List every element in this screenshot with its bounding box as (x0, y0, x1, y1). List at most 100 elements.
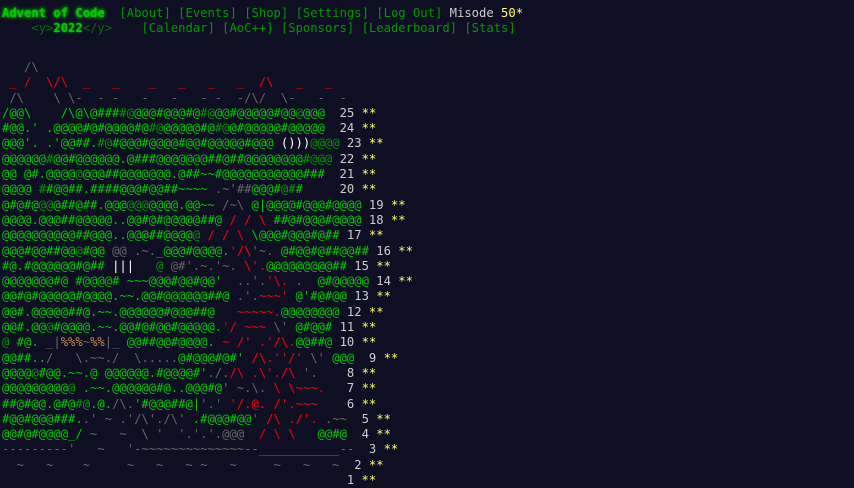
day-art: '~. (251, 243, 274, 258)
day-art: #@@@@.~~.@@#@#@ (53, 320, 164, 335)
day-art: @@@@@@@#@ (2, 274, 69, 289)
day-stars: ** (361, 381, 377, 396)
day-stars: ** (376, 258, 391, 273)
day-art: @@@# (251, 182, 281, 197)
day-art: @@#.@@@@@##@.~~.@@@@@@# (2, 304, 171, 319)
day-art: \' (302, 350, 325, 365)
day-pad (325, 381, 340, 395)
nav-about-link[interactable]: [About] (119, 6, 170, 20)
calendar-day-1[interactable]: 1 ** (2, 473, 413, 488)
day-art: '~. (214, 258, 237, 273)
calendar-day-21[interactable]: @@ @#.@@@@@@@@##@@@@@@@.@##~~#@@@@@@@@@@… (2, 167, 413, 182)
day-art: #@@@#@@@@ (112, 136, 179, 151)
star-count: 50* (501, 6, 524, 20)
calendar-day-5[interactable]: #@@#@@@###..' ~ .'/\'./\' .#@@@#@@' /\ .… (2, 412, 413, 427)
day-art: @@ .~. (104, 243, 157, 258)
day-art: \'. (236, 258, 267, 273)
day-art: @@@@.@@@##@@@@@..@@#@#@@@@@##@ (2, 212, 223, 227)
nav-sponsors-link[interactable]: [Sponsors] (281, 21, 354, 35)
day-art: @@@ (126, 197, 149, 212)
nav-events-link[interactable]: [Events] (178, 6, 237, 20)
day-art: / (200, 228, 223, 243)
calendar-day-7[interactable]: @@@@@@@@@@ .~~.@@@@@@#@..@@@#@' ~.\. \ \… (2, 381, 413, 396)
day-stars: ** (361, 105, 377, 120)
calendar-day-11[interactable]: @@#.@@@#@@@@.~~.@@#@#@@#@@@@@.'/ ~~~ \' … (2, 320, 413, 335)
day-pad (340, 458, 347, 472)
day-stars: ** (361, 320, 377, 335)
year-link[interactable]: 2022 (53, 21, 82, 35)
calendar-day-18[interactable]: @@@@.@@@##@@@@@..@@#@#@@@@@##@ / / \ ##@… (2, 213, 413, 228)
day-art: #@@@@@@.@###@@@@@@@##@##@@@@@@@@ (68, 151, 303, 166)
nav-stats-link[interactable]: [Stats] (464, 21, 515, 35)
day-stars: ** (398, 274, 413, 289)
day-art: ~ ~ ~ ~ ~ ~ ~ ~ ~ ~ ~ (2, 457, 340, 472)
nav-shop-link[interactable]: [Shop] (244, 6, 288, 20)
calendar-day-23[interactable]: @@@'. .'@@##.#@#@@@#@@@@#@@#@@@@@#@@@ ()… (2, 136, 413, 151)
nav-leaderboard-link[interactable]: [Leaderboard] (362, 21, 457, 35)
day-art: /~\ (214, 197, 245, 212)
day-art: #@@@@@@#@## (24, 258, 105, 273)
nav-settings-link[interactable]: [Settings] (296, 6, 369, 20)
calendar-day-22[interactable]: @@@@@@#@@#@@@@@@.@###@@@@@@@##@##@@@@@@@… (2, 152, 413, 167)
day-art: \@@@#@@@#@## (244, 228, 340, 243)
day-art: /\ (229, 365, 245, 380)
calendar-day-4[interactable]: @@#@#@@@@_/ ~ ~ \ ' '.'.'.@@@ / \ \ @@#@… (2, 427, 413, 442)
day-pad (318, 366, 340, 380)
day-number: 15 (354, 258, 377, 273)
day-art: @@@#@@@#@ (134, 105, 201, 120)
day-art: @#@@@@@#@@@@@ (229, 121, 325, 136)
calendar-day-16[interactable]: @@@#@@##@@@#@@ @@ .~._@@@#@@@@.'/\'~. @#… (2, 244, 413, 259)
day-art: @#@@@#@#' (178, 350, 245, 365)
day-art: '/ (222, 320, 237, 335)
calendar-day-19[interactable]: @#@#@@@@##@##.@@@@@@@@@@.@@~~ /~\ @|@@@@… (2, 198, 413, 213)
day-art: /'.~~~ (266, 396, 318, 411)
calendar-day-3[interactable]: ---------' ~ '-~~~~~~~~~~~~~~--_________… (2, 442, 413, 457)
day-art: ./. (207, 365, 230, 380)
tagline-open: <y> (31, 21, 54, 36)
day-art: . (288, 274, 303, 289)
day-pad (362, 213, 369, 227)
calendar-day-20[interactable]: @@@@ ##@@##.####@@@#@@##~~~~ .~'##@@@#@#… (2, 182, 413, 197)
day-art: ~~~ (236, 320, 267, 335)
day-art: @@#@#@@@@_/ (2, 427, 83, 442)
day-stars: ** (398, 243, 413, 258)
day-art: #@ (75, 396, 91, 411)
site-title-link[interactable]: Advent of Code (2, 6, 105, 20)
nav-calendar-link[interactable]: [Calendar] (141, 21, 214, 35)
day-stars: ** (368, 304, 384, 319)
day-art: @@@'. .'@@##. (2, 136, 98, 151)
day-number: 11 (339, 320, 362, 335)
day-art: ~ /' (214, 335, 252, 350)
day-number: 12 (346, 304, 369, 319)
day-art: .~~.@@@@@@#@..@@@#@' (75, 381, 230, 396)
calendar-day-2[interactable]: ~ ~ ~ ~ ~ ~ ~ ~ ~ ~ ~ 2 ** (2, 458, 413, 473)
day-art: @@@@#@@ (244, 105, 296, 120)
day-art: .' ~ (82, 411, 113, 426)
day-art: #@ (148, 121, 164, 136)
calendar-day-10[interactable]: @ #@. _|%%%~%%|_ @@##@@#@@@@. ~ /' .'/\.… (2, 335, 413, 350)
calendar-day-13[interactable]: @@#@#@@@@@#@@@@.~~.@@#@@@@@@##@ .'.~~~' … (2, 289, 413, 304)
calendar-day-8[interactable]: @@@@@#@@.~~.@ @@@@@@.#@@@@#'././\ .\'./\… (2, 366, 413, 381)
day-art: @ (75, 167, 83, 182)
calendar-day-17[interactable]: @@@@@@@@@@##@@@..@@@##@@@@@ / / \ \@@@#@… (2, 228, 413, 243)
day-pad (325, 121, 340, 135)
day-art: '. (295, 365, 318, 380)
day-art: \ \ (266, 381, 296, 396)
nav-aocpp-link[interactable]: [AoC++] (222, 21, 273, 35)
calendar-day-24[interactable]: #@@.' .@@@@#@#@@@@#@#@@@@@@#@#@@#@@@@@#@… (2, 121, 413, 136)
nav-logout-link[interactable]: [Log Out] (376, 6, 442, 20)
day-pad (354, 442, 361, 456)
day-art: ---------' (2, 442, 76, 457)
header-row-top: Advent of Code [About] [Events] [Shop] [… (2, 6, 852, 21)
calendar-day-9[interactable]: @@##../ \.~~./ \.....@#@@@#@#' /\.''/' \… (2, 351, 413, 366)
calendar-day-25[interactable]: /@@\ /\@\@####@@@@#@@@#@#@@@#@@@@@#@@@@@… (2, 106, 413, 121)
day-number: 9 (361, 350, 384, 365)
calendar-day-12[interactable]: @@#.@@@@@##@.~~.@@@@@@#@@@##@ ~~~~~.@@@@… (2, 305, 413, 320)
day-art: ~ (97, 427, 135, 442)
day-art: ~.\. (229, 381, 267, 396)
calendar-top-art: /\ (2, 60, 39, 74)
day-art: .'/\. (251, 335, 296, 350)
calendar-day-14[interactable]: @@@@@@@#@ #@@@@# ~~~@@@#@@#@@' ..'.'\. .… (2, 274, 413, 289)
calendar-day-15[interactable]: #@.#@@@@@@#@## ||| @ @#'.~.'~. \'.@@@@@@… (2, 259, 413, 274)
calendar-day-6[interactable]: ##@#@@.@#@#@.@./\.'#@@@##@|'.' '/.@. /'.… (2, 397, 413, 412)
